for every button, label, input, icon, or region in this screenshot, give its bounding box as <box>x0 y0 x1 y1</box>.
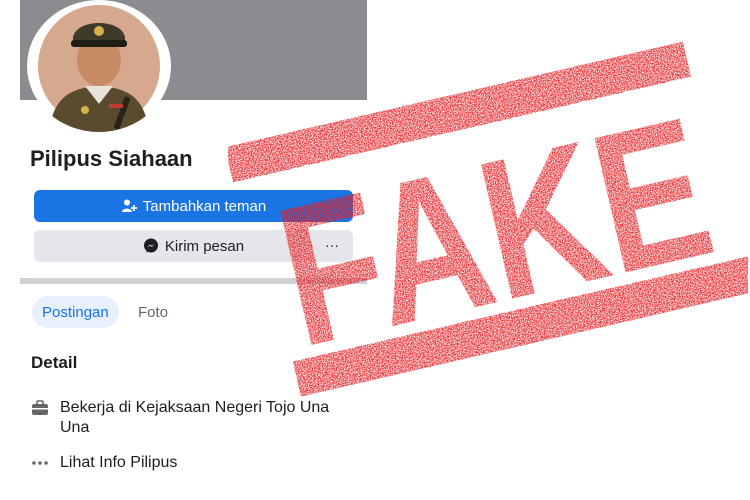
profile-name: Pilipus Siahaan <box>30 146 193 171</box>
stamp-text: FAKE <box>260 75 729 389</box>
more-dots-icon <box>30 453 50 473</box>
see-info-link[interactable]: Lihat Info Pilipus <box>30 453 177 473</box>
fake-stamp: FAKE <box>228 41 748 397</box>
messenger-icon <box>143 238 159 254</box>
tab-photos[interactable]: Foto <box>128 296 178 328</box>
detail-heading: Detail <box>31 353 78 372</box>
avatar[interactable] <box>27 0 171 132</box>
tab-posts[interactable]: Postingan <box>32 296 119 328</box>
add-friend-icon <box>121 198 137 214</box>
see-info-text: Lihat Info Pilipus <box>60 454 178 471</box>
briefcase-icon <box>30 398 50 418</box>
